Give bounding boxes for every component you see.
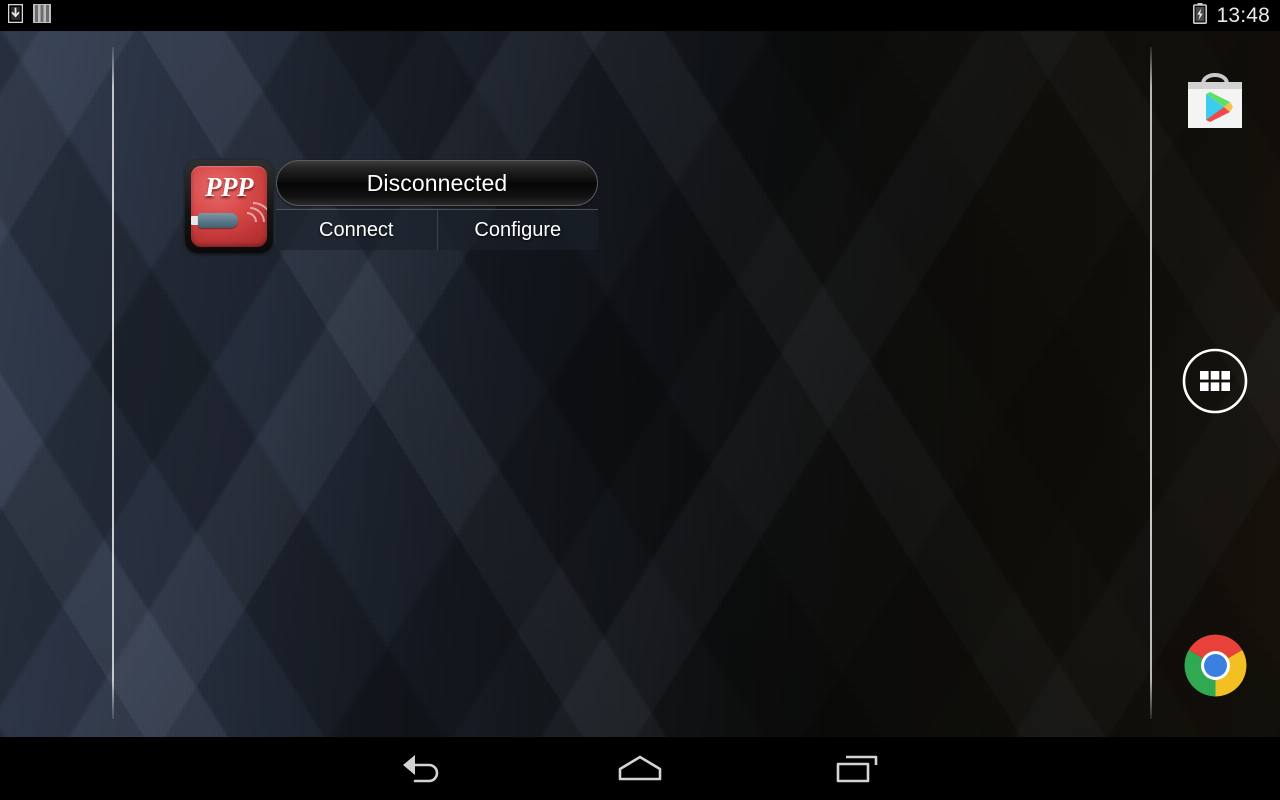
ppp-app-icon: PPP xyxy=(191,166,267,247)
status-bar-notification-icons[interactable] xyxy=(7,0,51,31)
battery-charging-icon xyxy=(1193,2,1208,29)
ppp-widget[interactable]: PPP Disconnected Connect Configure xyxy=(185,160,598,256)
connection-status-text: Disconnected xyxy=(366,169,508,196)
ppp-icon-label: PPP xyxy=(205,172,253,202)
ppp-app-icon-container[interactable]: PPP xyxy=(185,160,273,253)
download-icon xyxy=(7,3,24,28)
page-divider-line-left xyxy=(112,47,114,719)
app-drawer-button[interactable] xyxy=(1181,347,1249,415)
home-button[interactable] xyxy=(580,737,700,800)
android-home-screen: 13:48 PPP Disconnected Connect Configure xyxy=(0,0,1280,800)
usb-storage-icon xyxy=(33,3,51,28)
status-bar[interactable]: 13:48 xyxy=(0,0,1280,31)
wallpaper-grain xyxy=(0,31,1280,737)
back-button[interactable] xyxy=(363,737,483,800)
connection-status-bar[interactable]: Disconnected xyxy=(276,160,598,206)
page-divider-line-right xyxy=(1150,47,1152,719)
configure-button[interactable]: Configure xyxy=(438,210,599,250)
ppp-widget-button-row: Connect Configure xyxy=(276,209,598,250)
navigation-bar xyxy=(0,737,1280,800)
wallpaper[interactable] xyxy=(0,31,1280,737)
status-bar-system-icons[interactable]: 13:48 xyxy=(1193,0,1270,31)
recents-button[interactable] xyxy=(797,737,917,800)
ppp-widget-controls: Disconnected Connect Configure xyxy=(276,160,598,250)
status-bar-clock: 13:48 xyxy=(1216,3,1270,27)
chrome-icon[interactable] xyxy=(1183,633,1248,698)
play-store-icon[interactable] xyxy=(1184,62,1246,132)
connect-button[interactable]: Connect xyxy=(276,210,438,250)
